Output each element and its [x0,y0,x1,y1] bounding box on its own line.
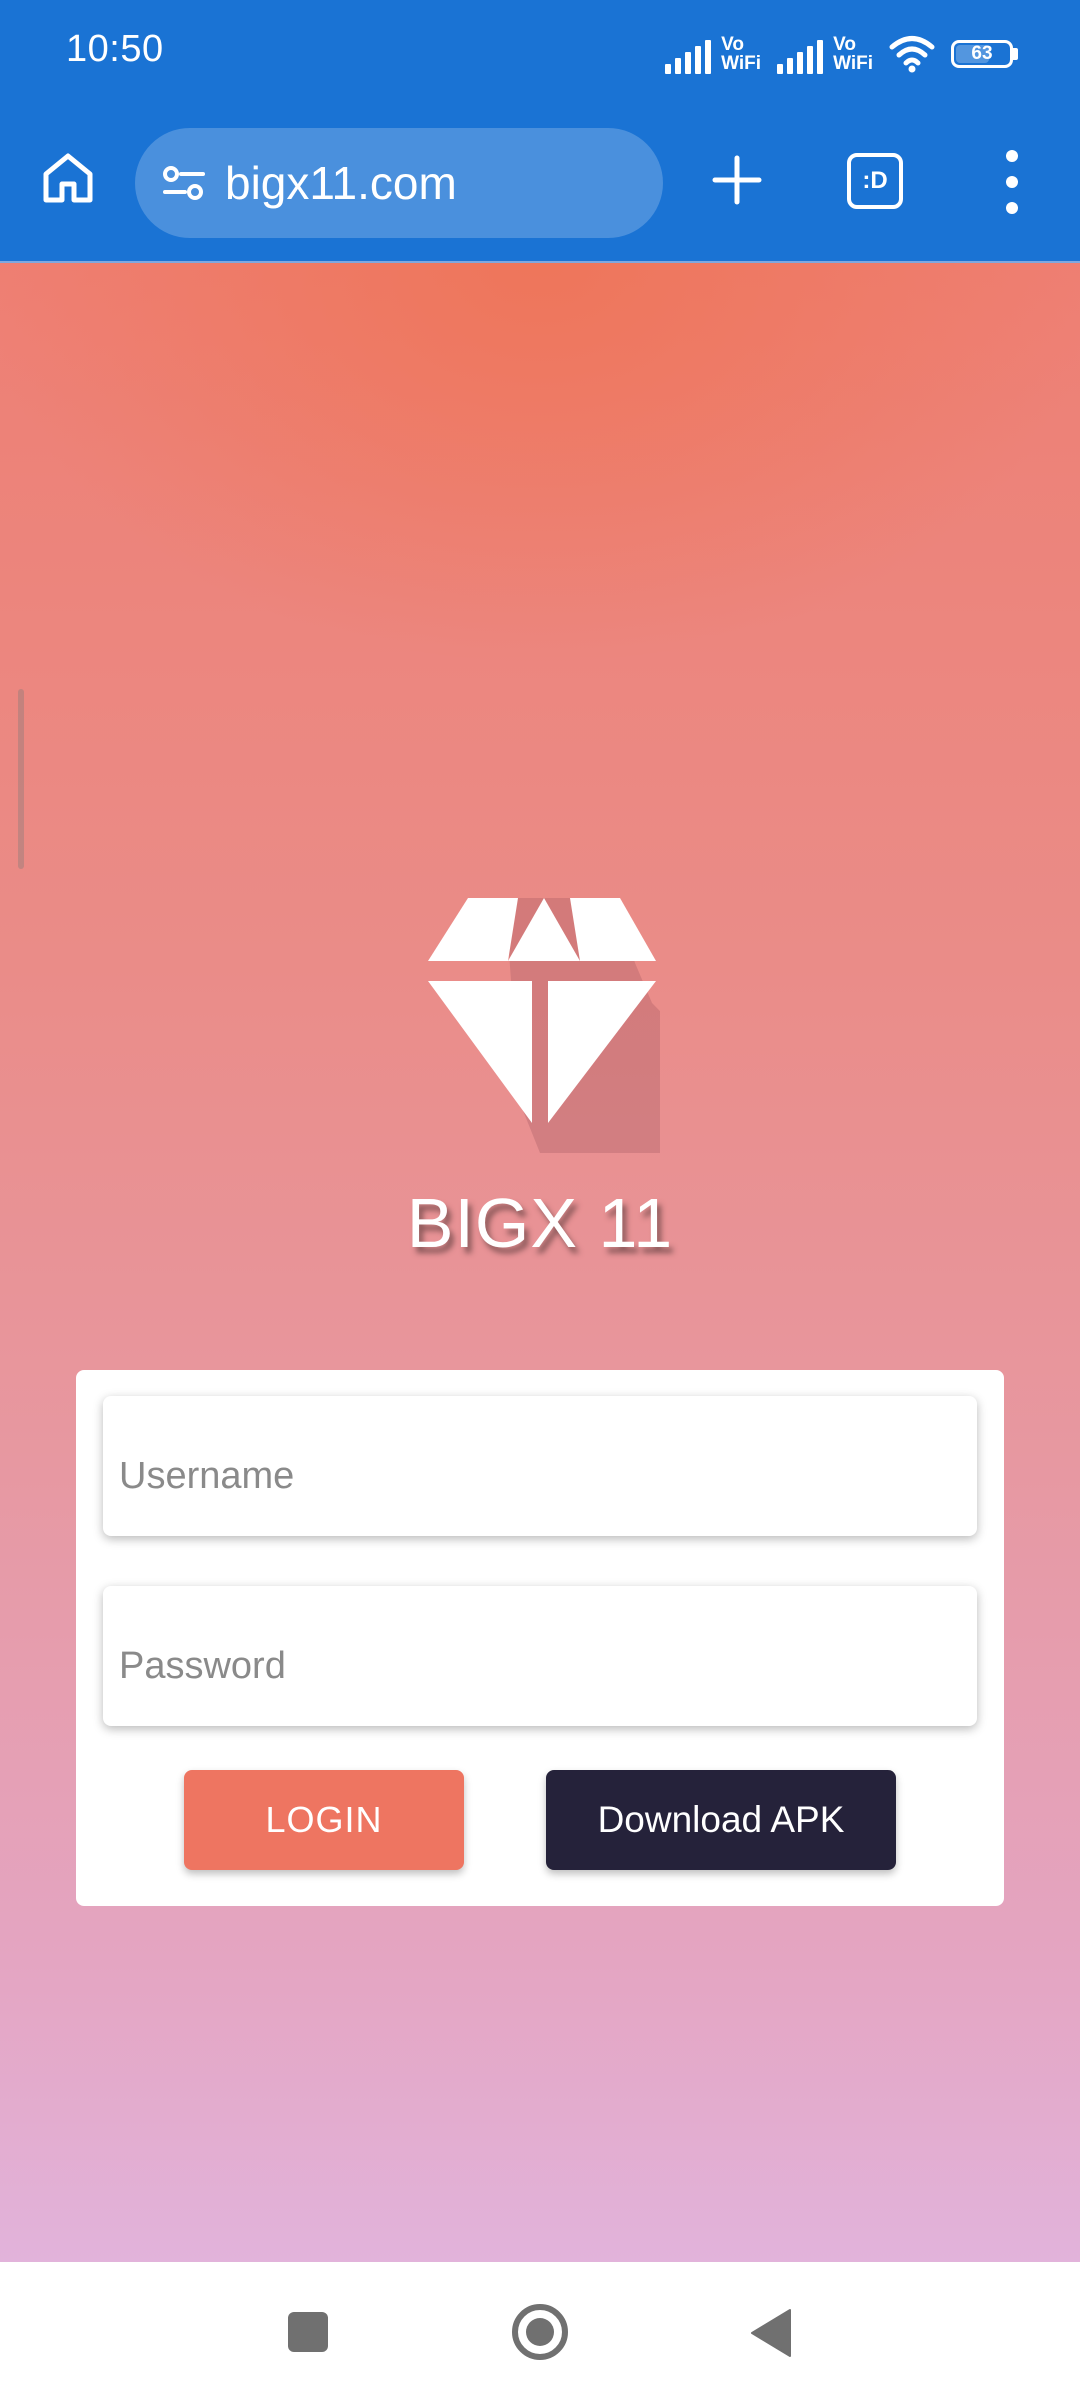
tune-icon[interactable] [159,158,209,208]
login-card: LOGIN Download APK [76,1370,1004,1906]
screen: 10:50 Vo WiFi Vo WiFi 63 bigx11.com:D B… [0,0,1080,2400]
tab-switcher-label: :D [862,167,888,194]
battery-icon: 63 [945,40,1018,68]
more-menu-button[interactable] [990,150,1034,214]
password-input[interactable] [117,1643,977,1689]
login-button-label: LOGIN [265,1799,383,1840]
home-circle-icon[interactable] [510,2302,570,2362]
download-apk-label: Download APK [597,1799,845,1840]
status-time: 10:50 [66,28,164,70]
download-apk-button[interactable]: Download APK [546,1770,896,1870]
username-field[interactable] [103,1396,977,1536]
vowifi-icon: Vo WiFi [721,34,762,74]
web-page: BIGX 11 LOGIN Download APK [0,263,1080,2262]
tab-switcher-button[interactable]: :D [847,153,903,209]
status-bar: 10:50 Vo WiFi Vo WiFi 63 [0,0,1080,108]
system-nav-bar [0,2262,1080,2400]
diamond-logo [420,893,750,1203]
home-icon [43,153,93,203]
signal-icon [665,34,712,74]
new-tab-button[interactable] [705,148,769,212]
vowifi-icon: Vo WiFi [833,34,873,74]
browser-home-button[interactable] [38,148,98,208]
scroll-indicator[interactable] [18,689,24,869]
recents-icon[interactable] [288,2312,328,2352]
password-field[interactable] [103,1586,977,1726]
username-input[interactable] [117,1453,977,1499]
status-icons: Vo WiFi Vo WiFi 63 [665,26,1018,82]
back-icon[interactable] [750,2308,792,2358]
url-text[interactable]: bigx11.com [225,156,457,210]
more-vert-icon [1006,150,1018,162]
browser-toolbar: bigx11.com :D [0,108,1080,263]
signal-icon [777,34,824,74]
battery-level: 63 [971,43,993,64]
wifi-icon [889,36,935,73]
plus-icon [712,155,762,205]
address-bar[interactable]: bigx11.com [135,128,663,238]
diamond-icon [428,898,750,1203]
brand-title: BIGX 11 [406,1184,674,1262]
login-button[interactable]: LOGIN [184,1770,464,1870]
